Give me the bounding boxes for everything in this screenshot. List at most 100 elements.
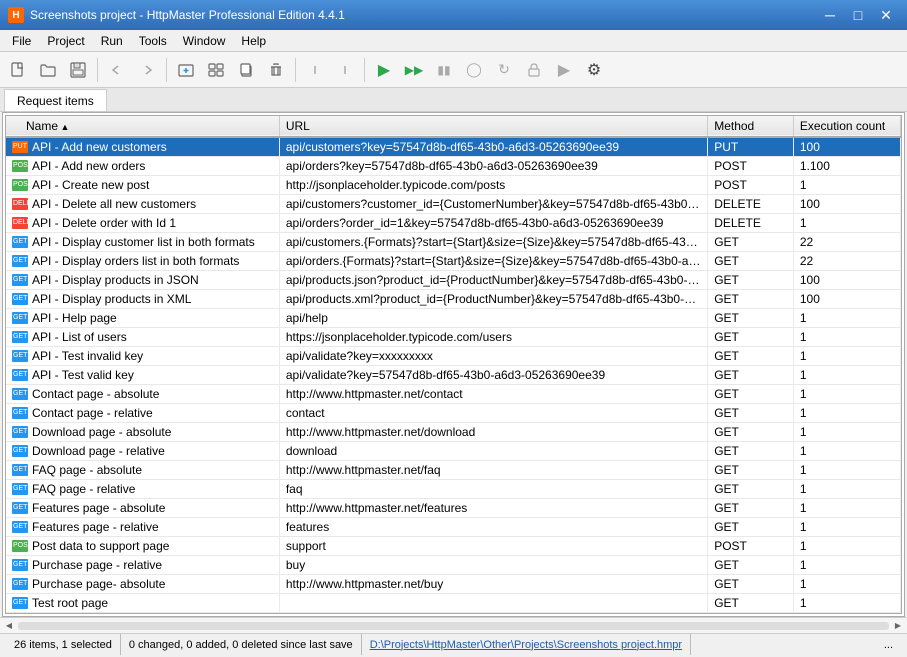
cell-name: GET API - Help page — [6, 309, 279, 328]
table-row[interactable]: PUT API - Add new customers api/customer… — [6, 137, 901, 157]
cell-exec: 100 — [793, 195, 900, 214]
table-row[interactable]: GET API - List of users https://jsonplac… — [6, 328, 901, 347]
group-button[interactable] — [202, 56, 230, 84]
table-row[interactable]: GET API - Display products in XML api/pr… — [6, 290, 901, 309]
cell-method: GET — [708, 233, 794, 252]
table-row[interactable]: GET Contact page - absolute http://www.h… — [6, 385, 901, 404]
delete-button[interactable] — [262, 56, 290, 84]
table-row[interactable]: GET FAQ page - relative faq GET 1 — [6, 480, 901, 499]
cell-url: buy — [279, 556, 707, 575]
table-row[interactable]: DELETE API - Delete order with Id 1 api/… — [6, 214, 901, 233]
open-button[interactable] — [34, 56, 62, 84]
table-row[interactable]: GET Features page - absolute http://www.… — [6, 499, 901, 518]
col-header-url[interactable]: URL — [279, 116, 707, 137]
status-path[interactable]: D:\Projects\HttpMaster\Other\Projects\Sc… — [362, 634, 691, 655]
table-row[interactable]: POST API - Create new post http://jsonpl… — [6, 176, 901, 195]
cell-name: GET API - Display products in JSON — [6, 271, 279, 290]
table-row[interactable]: GET API - Test invalid key api/validate?… — [6, 347, 901, 366]
close-button[interactable]: ✕ — [873, 5, 899, 25]
table-row[interactable]: GET Purchase page - relative buy GET 1 — [6, 556, 901, 575]
table-row[interactable]: GET Download page - relative download GE… — [6, 442, 901, 461]
cell-name: GET Download page - absolute — [6, 423, 279, 442]
back-button[interactable] — [103, 56, 131, 84]
cell-method: GET — [708, 594, 794, 613]
row-icon: DELETE — [12, 217, 28, 229]
cell-url: download — [279, 442, 707, 461]
menu-window[interactable]: Window — [175, 31, 234, 51]
cell-method: GET — [708, 518, 794, 537]
minimize-button[interactable]: ─ — [817, 5, 843, 25]
col-header-name[interactable]: Name — [6, 116, 279, 137]
cell-url: http://www.httpmaster.net/buy — [279, 575, 707, 594]
cell-url: api/validate?key=57547d8b-df65-43b0-a6d3… — [279, 366, 707, 385]
col-header-exec[interactable]: Execution count — [793, 116, 900, 137]
cell-exec: 1.100 — [793, 157, 900, 176]
new-button[interactable] — [4, 56, 32, 84]
maximize-button[interactable]: □ — [845, 5, 871, 25]
cell-url: api/products.xml?product_id={ProductNumb… — [279, 290, 707, 309]
run-all-button[interactable]: ▶▶ — [400, 56, 428, 84]
settings-button[interactable]: ⚙ — [580, 56, 608, 84]
table-row[interactable]: GET API - Help page api/help GET 1 — [6, 309, 901, 328]
col-header-method[interactable]: Method — [708, 116, 794, 137]
pause-button[interactable]: ◯ — [460, 56, 488, 84]
table-row[interactable]: POST Post data to support page support P… — [6, 537, 901, 556]
lock-button[interactable] — [520, 56, 548, 84]
horizontal-scrollbar[interactable]: ◀ ▶ — [0, 617, 907, 633]
menu-tools[interactable]: Tools — [131, 31, 175, 51]
cell-exec: 1 — [793, 461, 900, 480]
cell-url: faq — [279, 480, 707, 499]
replay-button[interactable]: ↻ — [490, 56, 518, 84]
table-row[interactable]: GET Features page - relative features GE… — [6, 518, 901, 537]
table-row[interactable]: GET Download page - absolute http://www.… — [6, 423, 901, 442]
table-row[interactable]: GET API - Display products in JSON api/p… — [6, 271, 901, 290]
row-icon: DELETE — [12, 198, 28, 210]
table-row[interactable]: GET Test root page GET 1 — [6, 594, 901, 613]
separator-4 — [364, 58, 365, 82]
play-circle-button[interactable]: ▶ — [550, 56, 578, 84]
tab-request-items[interactable]: Request items — [4, 89, 107, 111]
row-icon: GET — [12, 521, 28, 533]
scroll-track[interactable] — [18, 622, 889, 630]
cell-exec: 1 — [793, 575, 900, 594]
forward-button[interactable] — [133, 56, 161, 84]
table-row[interactable]: GET API - Test valid key api/validate?ke… — [6, 366, 901, 385]
menu-file[interactable]: File — [4, 31, 39, 51]
up-button[interactable] — [301, 56, 329, 84]
add-button[interactable] — [172, 56, 200, 84]
cell-name: GET Download page - relative — [6, 442, 279, 461]
table-row[interactable]: POST API - Add new orders api/orders?key… — [6, 157, 901, 176]
cell-name: GET Features page - relative — [6, 518, 279, 537]
table-row[interactable]: GET Contact page - relative contact GET … — [6, 404, 901, 423]
run-button[interactable]: ▶ — [370, 56, 398, 84]
scroll-right-arrow[interactable]: ▶ — [891, 619, 905, 633]
menu-run[interactable]: Run — [93, 31, 131, 51]
scroll-left-arrow[interactable]: ◀ — [2, 619, 16, 633]
title-bar-title: Screenshots project - HttpMaster Profess… — [30, 8, 345, 22]
down-button[interactable] — [331, 56, 359, 84]
table-row[interactable]: GET API - Display orders list in both fo… — [6, 252, 901, 271]
table-row[interactable]: GET API - Display customer list in both … — [6, 233, 901, 252]
cell-exec: 22 — [793, 233, 900, 252]
title-bar: H Screenshots project - HttpMaster Profe… — [0, 0, 907, 30]
separator-1 — [97, 58, 98, 82]
cell-exec: 1 — [793, 423, 900, 442]
cell-url: api/orders?order_id=1&key=57547d8b-df65-… — [279, 214, 707, 233]
status-items-count: 26 items, 1 selected — [6, 634, 121, 655]
save-button[interactable] — [64, 56, 92, 84]
cell-method: GET — [708, 385, 794, 404]
table-row[interactable]: DELETE API - Delete all new customers ap… — [6, 195, 901, 214]
data-table-container[interactable]: Name URL Method Execution count PUT API … — [5, 115, 902, 614]
table-row[interactable]: GET Purchase page- absolute http://www.h… — [6, 575, 901, 594]
table-row[interactable]: GET FAQ page - absolute http://www.httpm… — [6, 461, 901, 480]
cell-name: POST Post data to support page — [6, 537, 279, 556]
cell-exec: 1 — [793, 556, 900, 575]
cell-url: api/products.json?product_id={ProductNum… — [279, 271, 707, 290]
cell-url: support — [279, 537, 707, 556]
stop-button[interactable]: ▮▮ — [430, 56, 458, 84]
copy-button[interactable] — [232, 56, 260, 84]
row-icon: GET — [12, 293, 28, 305]
table-row[interactable]: HEAD Test root page - headers only HEAD … — [6, 613, 901, 615]
menu-help[interactable]: Help — [233, 31, 274, 51]
menu-project[interactable]: Project — [39, 31, 92, 51]
